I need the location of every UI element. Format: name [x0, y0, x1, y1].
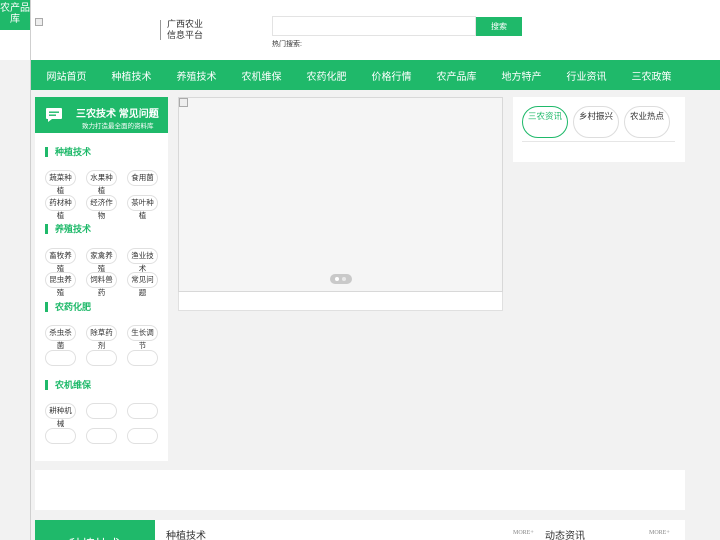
more-link-planting[interactable]: MORE+: [513, 530, 534, 536]
chat-icon: [46, 108, 62, 122]
tag[interactable]: 水果种植: [86, 170, 117, 195]
tag[interactable]: 饲料兽药: [86, 272, 117, 297]
brand-divider: [160, 20, 161, 40]
nav-pesticide[interactable]: 农药化肥: [294, 68, 359, 83]
nav-specialties[interactable]: 地方特产: [489, 68, 554, 83]
tag[interactable]: 药材种植: [45, 195, 76, 220]
tab-rural-revitalization[interactable]: 乡村振兴: [573, 106, 619, 138]
tag-label: 茶叶种植: [131, 198, 154, 220]
slider-dot[interactable]: [342, 277, 346, 281]
nav-breeding[interactable]: 养殖技术: [164, 68, 229, 83]
tag-empty[interactable]: [127, 428, 158, 444]
category-breeding[interactable]: 养殖技术: [45, 224, 91, 234]
side-divider: [30, 0, 31, 540]
search-button[interactable]: 搜索: [476, 17, 522, 36]
tag-label: 食用菌: [131, 173, 154, 182]
side-tab-product-library[interactable]: 农产品库: [0, 0, 30, 30]
tag[interactable]: 耕种机械: [45, 403, 76, 428]
nav-planting[interactable]: 种植技术: [99, 68, 164, 83]
tag-empty[interactable]: [86, 403, 117, 419]
tag-empty[interactable]: [45, 428, 76, 444]
nav-home[interactable]: 网站首页: [34, 68, 99, 83]
tag[interactable]: 昆虫养殖: [45, 272, 76, 297]
tag-label: 蔬菜种植: [49, 173, 72, 195]
tag-empty[interactable]: [86, 428, 117, 444]
tag-label: 水果种植: [90, 173, 113, 195]
faq-header: 三农技术 常见问题 致力打造最全面的资料库: [35, 97, 168, 133]
tag[interactable]: 茶叶种植: [127, 195, 158, 220]
category-planting[interactable]: 种植技术: [45, 147, 91, 157]
nav-prices[interactable]: 价格行情: [359, 68, 424, 83]
tag-empty[interactable]: [127, 403, 158, 419]
logo-image[interactable]: [35, 18, 43, 26]
tag-label: 杀虫杀菌: [49, 328, 72, 350]
banner-caption: [178, 292, 503, 311]
banner-slider[interactable]: [178, 97, 503, 292]
tag-label: 药材种植: [49, 198, 72, 220]
tag[interactable]: 生长调节: [127, 325, 158, 350]
category-machinery[interactable]: 农机维保: [45, 380, 91, 390]
brand-name: 广西农业信息平台: [167, 19, 204, 40]
tag[interactable]: 杀虫杀菌: [45, 325, 76, 350]
tabs-divider: [522, 141, 675, 142]
category-pesticide[interactable]: 农药化肥: [45, 302, 91, 312]
tag[interactable]: 除草药剂: [86, 325, 117, 350]
faq-subtitle: 致力打造最全面的资料库: [82, 123, 154, 130]
bottom-panel: 种植技术 MORE+ 动态资讯 MORE+: [155, 520, 685, 540]
news-tabs-panel: 三农资讯 乡村振兴 农业热点: [513, 97, 685, 162]
search-input[interactable]: [272, 16, 476, 36]
faq-panel: 三农技术 常见问题 致力打造最全面的资料库 种植技术 蔬菜种植 水果种植 食用菌…: [35, 97, 168, 461]
tag[interactable]: 渔业技术: [127, 248, 158, 273]
tag[interactable]: 经济作物: [86, 195, 117, 220]
tag-label: 生长调节: [131, 328, 154, 350]
tag-label: 经济作物: [90, 198, 113, 220]
nav-machinery[interactable]: 农机维保: [229, 68, 294, 83]
nav-industry-news[interactable]: 行业资讯: [554, 68, 619, 83]
tag-empty[interactable]: [45, 350, 76, 366]
tag-empty[interactable]: [86, 350, 117, 366]
tag-label: 常见问题: [131, 275, 154, 297]
section-title-planting: 种植技术: [166, 531, 206, 540]
tag[interactable]: 畜牧养殖: [45, 248, 76, 273]
tag-label: 耕种机械: [49, 406, 72, 428]
tag[interactable]: 食用菌: [127, 170, 158, 186]
section-title-news: 动态资讯: [545, 531, 585, 540]
faq-title: 三农技术 常见问题: [76, 109, 159, 120]
section-tab-planting[interactable]: 种植技术: [35, 520, 155, 540]
slider-dot-active[interactable]: [335, 277, 339, 281]
tag-empty[interactable]: [127, 350, 158, 366]
main-nav: 网站首页 种植技术 养殖技术 农机维保 农药化肥 价格行情 农产品库 地方特产 …: [31, 60, 720, 90]
banner-image[interactable]: [179, 98, 188, 107]
tag-label: 昆虫养殖: [49, 275, 72, 297]
nav-products[interactable]: 农产品库: [424, 68, 489, 83]
tag-label: 饲料兽药: [90, 275, 113, 297]
tag[interactable]: 蔬菜种植: [45, 170, 76, 195]
more-link-news[interactable]: MORE+: [649, 530, 670, 536]
tab-agri-hotspot[interactable]: 农业热点: [624, 106, 670, 138]
hot-search-label: 热门搜索:: [272, 41, 302, 48]
slider-pagination: [330, 274, 352, 284]
ad-banner: [35, 470, 685, 510]
nav-policy[interactable]: 三农政策: [619, 68, 684, 83]
tag-label: 除草药剂: [90, 328, 113, 350]
tag[interactable]: 常见问题: [127, 272, 158, 297]
tag[interactable]: 家禽养殖: [86, 248, 117, 273]
tab-rural-news[interactable]: 三农资讯: [522, 106, 568, 138]
